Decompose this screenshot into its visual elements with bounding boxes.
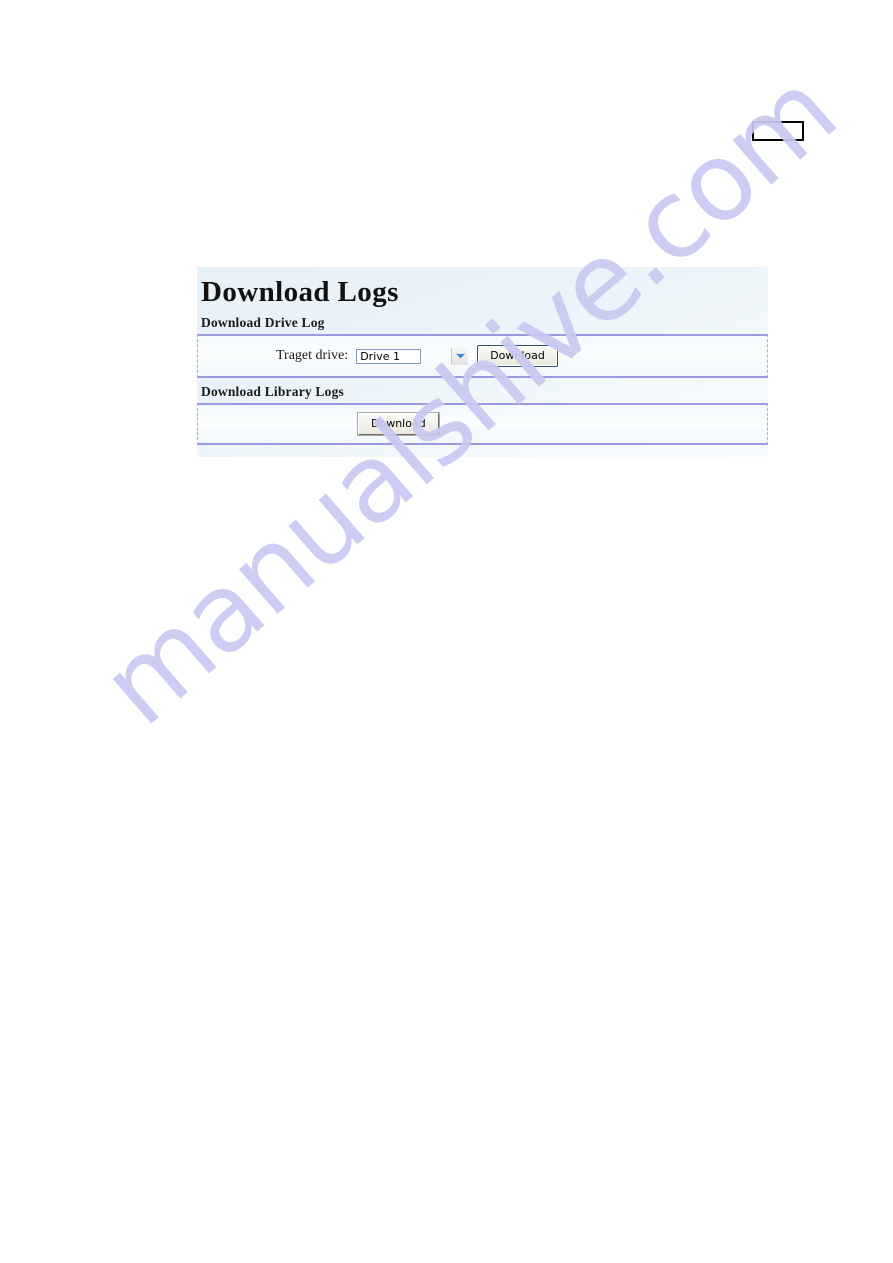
top-right-empty-box — [752, 121, 804, 141]
section-download-drive-log: Download Drive Log Traget drive: Drive 1 — [197, 309, 768, 378]
section-header-drive-log: Download Drive Log — [201, 315, 325, 330]
download-library-logs-button[interactable]: Download — [357, 412, 440, 436]
target-drive-label: Traget drive: — [276, 348, 349, 363]
target-drive-select[interactable]: Drive 1 — [356, 347, 469, 366]
library-logs-row: Download — [198, 412, 767, 436]
section-header-library-logs: Download Library Logs — [201, 384, 344, 399]
section-download-library-logs: Download Library Logs Download — [197, 378, 768, 445]
page-title: Download Logs — [201, 276, 399, 308]
scanned-page: manualshive.com Download Logs Download D… — [0, 0, 893, 1263]
download-drive-log-button[interactable]: Download — [477, 345, 558, 367]
target-drive-select-value[interactable]: Drive 1 — [356, 348, 422, 364]
chevron-down-icon[interactable] — [451, 347, 469, 365]
drive-log-field-panel: Traget drive: Drive 1 Download — [197, 334, 768, 378]
download-logs-panel: Download Logs Download Drive Log Traget … — [197, 267, 768, 457]
library-logs-field-panel: Download — [197, 403, 768, 445]
target-drive-row: Traget drive: Drive 1 Download — [276, 345, 558, 367]
